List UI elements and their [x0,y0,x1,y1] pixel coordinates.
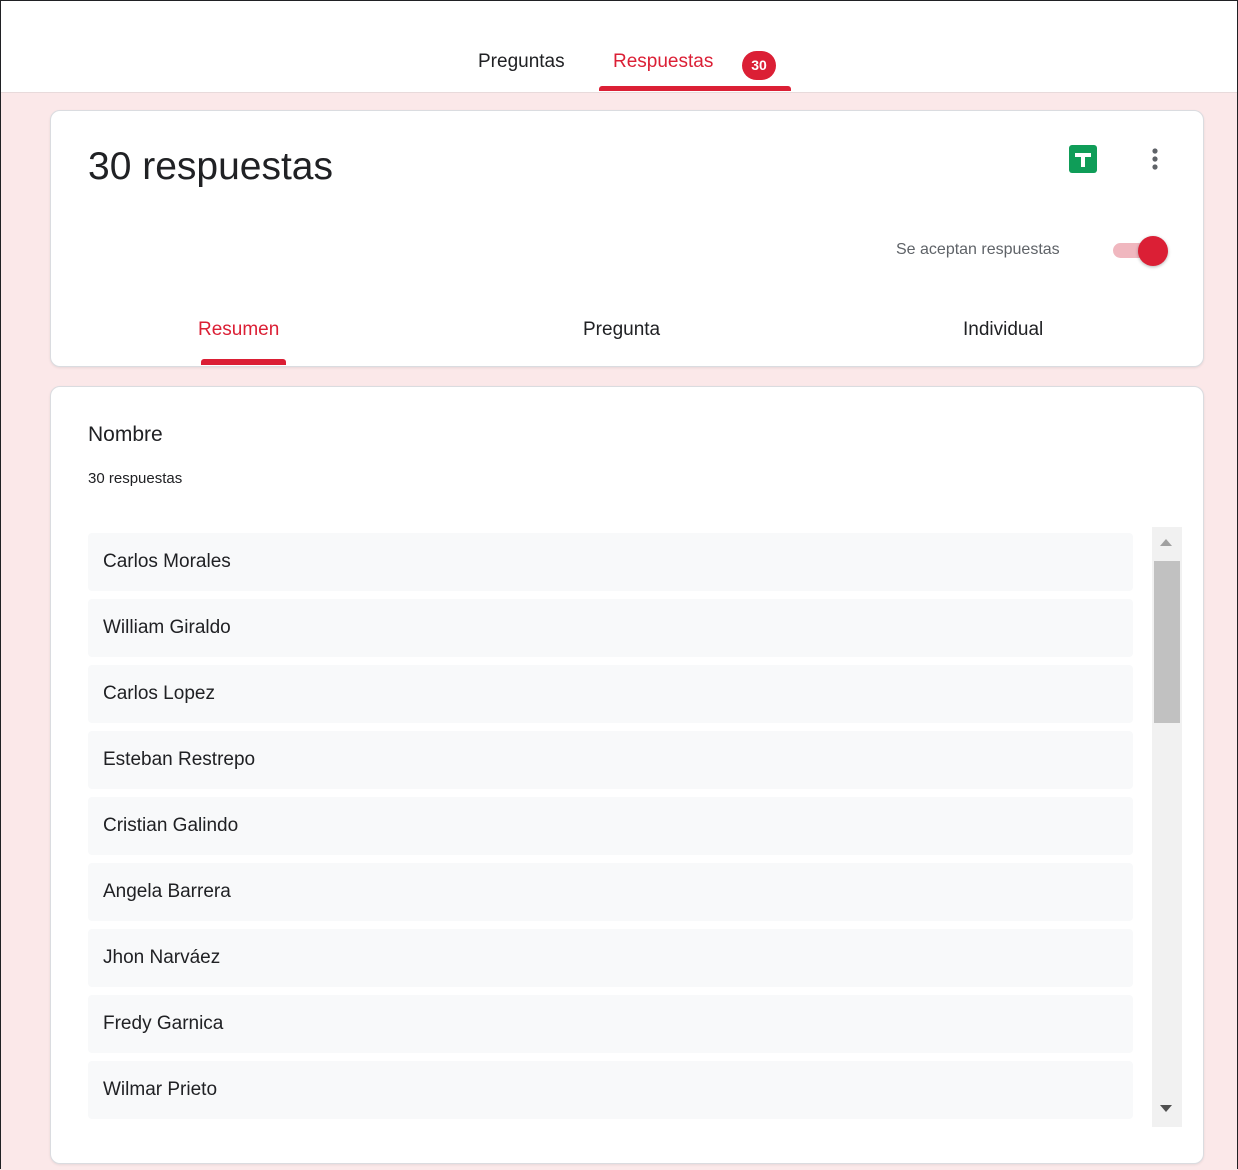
subtab-individual[interactable]: Individual [963,319,1043,341]
responses-count-badge: 30 [742,51,776,80]
list-item: Esteban Restrepo [88,731,1133,789]
question-title: Nombre [88,423,163,446]
list-item: Wilmar Prieto [88,1061,1133,1119]
tab-preguntas[interactable]: Preguntas [478,51,565,73]
responses-summary-card: 30 respuestas Se aceptan respuestas Resu… [50,110,1204,367]
scrollbar-thumb[interactable] [1154,561,1180,723]
question-summary-card: Nombre 30 respuestas Carlos Morales Will… [50,386,1204,1164]
toggle-knob [1138,236,1168,266]
scroll-up-arrow-icon[interactable] [1160,539,1172,546]
accepting-responses-toggle[interactable] [1111,234,1169,266]
active-tab-indicator [599,86,791,91]
list-item: Fredy Garnica [88,995,1133,1053]
list-item: Angela Barrera [88,863,1133,921]
answers-scrollbar[interactable] [1152,527,1182,1127]
responses-title: 30 respuestas [88,145,333,188]
top-tabs-bar: Preguntas Respuestas 30 [1,1,1237,93]
active-subtab-indicator [201,359,286,365]
list-item: Carlos Morales [88,533,1133,591]
list-item: Carlos Lopez [88,665,1133,723]
scroll-down-arrow-icon[interactable] [1160,1105,1172,1112]
list-item: Cristian Galindo [88,797,1133,855]
sheets-icon[interactable] [1068,144,1098,174]
list-item: Jhon Narváez [88,929,1133,987]
subtab-pregunta[interactable]: Pregunta [583,319,660,341]
list-item: William Giraldo [88,599,1133,657]
accepting-responses-label: Se aceptan respuestas [896,241,1060,258]
answers-list: Carlos Morales William Giraldo Carlos Lo… [88,533,1133,1127]
more-options-icon[interactable] [1143,144,1167,174]
tab-respuestas[interactable]: Respuestas [613,51,713,73]
question-response-count: 30 respuestas [88,470,183,487]
subtab-resumen[interactable]: Resumen [198,319,279,341]
